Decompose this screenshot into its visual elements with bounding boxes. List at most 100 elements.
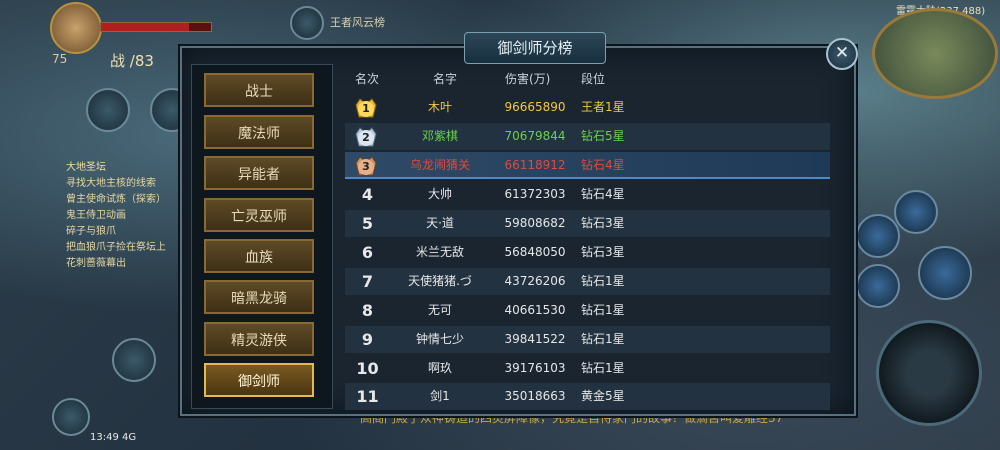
attack-joystick[interactable] (876, 320, 982, 426)
server-name: 王者风云榜 (330, 16, 385, 29)
player-avatar[interactable] (50, 2, 102, 54)
bronze-medal-icon: 3 (353, 153, 379, 178)
gold-medal-icon: 1 (353, 95, 379, 120)
rank-tier: 钻石1星 (581, 303, 625, 317)
rank-tier: 钻石4星 (581, 187, 625, 201)
panel-title-bar: 御剑师分榜 (464, 32, 606, 64)
damage-value: 66118912 (504, 158, 566, 172)
category-mage[interactable]: 魔法师 (204, 115, 314, 149)
rank-number: 4 (361, 185, 374, 204)
quest-line: 鬼王侍卫动画 (66, 210, 126, 221)
status-network: 4G (122, 432, 137, 443)
damage-value: 61372303 (504, 187, 566, 201)
rank-number: 6 (361, 243, 374, 262)
rank-number: 5 (361, 214, 374, 233)
player-name: 邓紫棋 (421, 129, 458, 143)
rank-number: 3 (358, 159, 374, 175)
rank-number: 2 (358, 130, 374, 146)
player-name: 木叶 (427, 100, 452, 114)
header-level: 段位 (581, 72, 606, 86)
category-warrior[interactable]: 战士 (204, 73, 314, 107)
silver-medal-icon: 2 (353, 124, 379, 149)
skill-button-2[interactable] (856, 264, 900, 308)
rank-tier: 钻石4星 (581, 158, 625, 172)
table-row[interactable]: 8 无可 40661530 钻石1星 (345, 297, 830, 324)
power-display: 战 /83 (110, 50, 154, 71)
table-row[interactable]: 2 邓紫棋 70679844 钻石5星 (345, 123, 830, 150)
player-name: 米兰无敌 (415, 245, 464, 259)
companion-portrait-left[interactable] (86, 88, 130, 132)
rank-number: 7 (361, 272, 374, 291)
table-header: 名次 名字 伤害(万) 段位 (345, 70, 837, 90)
rank-number: 10 (356, 359, 379, 378)
player-name: 天使猪猪.づ (408, 274, 472, 288)
table-row[interactable]: 9 钟情七少 39841522 钻石1星 (345, 326, 830, 353)
quest-line: 碎子与狼爪 (66, 226, 116, 237)
damage-value: 59808682 (504, 216, 566, 230)
table-row[interactable]: 5 天·道 59808682 钻石3星 (345, 210, 830, 237)
table-row[interactable]: 11 剑1 35018663 黄金5星 (345, 383, 830, 410)
quest-tracker[interactable]: 大地圣坛 寻找大地主核的线索 曾主使命试炼（探索） 鬼王侍卫动画 碎子与狼爪 把… (66, 160, 186, 272)
damage-value: 43726206 (504, 274, 566, 288)
rank-tier: 钻石1星 (581, 274, 625, 288)
panel-title: 御剑师分榜 (497, 39, 573, 57)
damage-value: 70679844 (504, 129, 566, 143)
player-name: 乌龙闹猜关 (409, 158, 470, 172)
category-list: 战士 魔法师 异能者 亡灵巫师 血族 暗黑龙骑 精灵游侠 御剑师 (191, 64, 333, 409)
table-row-self[interactable]: 3 乌龙闹猜关 66118912 钻石4星 (345, 152, 830, 179)
quest-line: 花刺蔷薇幕出 (66, 258, 126, 269)
rank-number: 11 (356, 387, 379, 406)
category-necromancer[interactable]: 亡灵巫师 (204, 198, 314, 232)
header-name: 名字 (433, 72, 458, 86)
power-label: 战 (110, 52, 126, 70)
rank-tier: 钻石3星 (581, 245, 625, 259)
server-emblem-icon (290, 6, 324, 40)
damage-value: 39176103 (504, 361, 566, 375)
sword-skill-icon[interactable] (52, 398, 90, 436)
player-level-value: 75 (52, 52, 68, 66)
quest-line: 寻找大地主核的线索 (66, 178, 156, 189)
quest-line: 把血狼爪子捡在祭坛上 (66, 242, 166, 253)
status-time: 13:49 (90, 432, 119, 443)
quest-line: 曾主使命试炼（探索） (66, 194, 166, 205)
damage-value: 35018663 (504, 389, 566, 403)
skill-button-3[interactable] (918, 246, 972, 300)
status-bar: 13:49 4G (90, 432, 136, 443)
skill-button-4[interactable] (894, 190, 938, 234)
player-name: 大帅 (427, 187, 452, 201)
rank-tier: 黄金5星 (581, 389, 625, 403)
player-name: 无可 (427, 303, 452, 317)
minimap[interactable] (872, 8, 998, 99)
damage-value: 56848050 (504, 245, 566, 259)
rank-tier: 钻石3星 (581, 216, 625, 230)
header-damage: 伤害(万) (505, 72, 551, 86)
damage-value: 96665890 (504, 100, 566, 114)
table-row[interactable]: 1 木叶 96665890 王者1星 (345, 94, 830, 121)
chat-button[interactable] (112, 338, 156, 382)
player-hp-bar (100, 22, 212, 32)
category-sword-master[interactable]: 御剑师 (204, 363, 314, 397)
table-row[interactable]: 10 啊玖 39176103 钻石1星 (345, 355, 830, 382)
table-row[interactable]: 4 大帅 61372303 钻石4星 (345, 181, 830, 208)
rank-number: 9 (361, 330, 374, 349)
ranking-table: 名次 名字 伤害(万) 段位 1 木叶 96665890 王者1星 2 邓紫棋 … (345, 64, 837, 410)
quest-title: 大地圣坛 (66, 162, 106, 173)
category-elf-ranger[interactable]: 精灵游侠 (204, 322, 314, 356)
player-name: 钟情七少 (415, 332, 464, 346)
header-rank: 名次 (355, 72, 380, 86)
damage-value: 39841522 (504, 332, 566, 346)
category-esper[interactable]: 异能者 (204, 156, 314, 190)
rank-tier: 钻石5星 (581, 129, 625, 143)
rank-tier: 王者1星 (581, 100, 625, 114)
category-dark-dragon-knight[interactable]: 暗黑龙骑 (204, 280, 314, 314)
category-vampire[interactable]: 血族 (204, 239, 314, 273)
table-row[interactable]: 7 天使猪猪.づ 43726206 钻石1星 (345, 268, 830, 295)
player-name: 啊玖 (427, 361, 452, 375)
table-row[interactable]: 6 米兰无敌 56848050 钻石3星 (345, 239, 830, 266)
damage-value: 40661530 (504, 303, 566, 317)
skill-button-1[interactable] (856, 214, 900, 258)
rank-number: 1 (358, 101, 374, 117)
player-level: 75 (52, 52, 67, 66)
rank-number: 8 (361, 301, 374, 320)
power-value: /83 (129, 52, 154, 70)
